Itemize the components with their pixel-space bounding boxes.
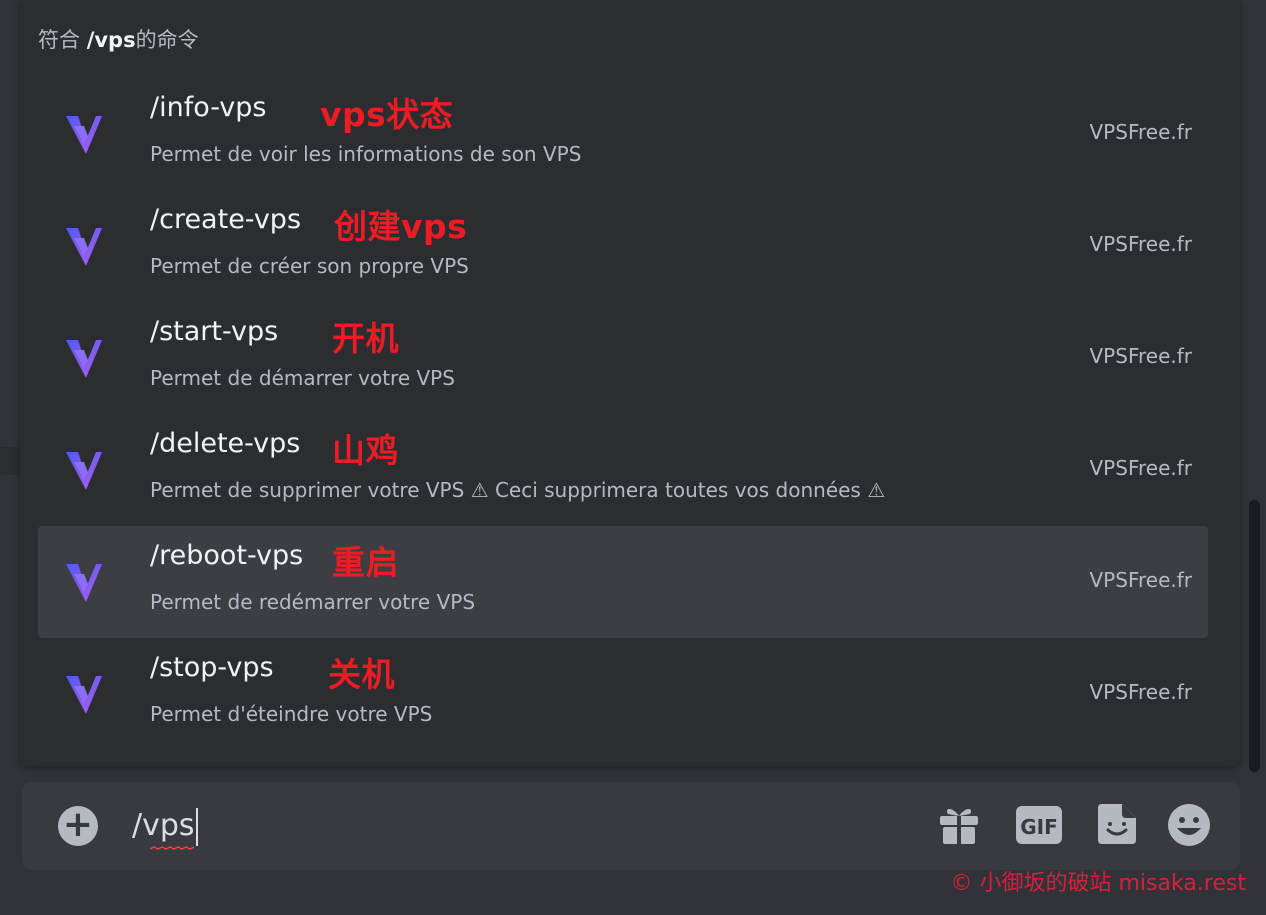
- command-description: Permet de voir les informations de son V…: [150, 142, 582, 166]
- command-annotation: 重启: [332, 543, 399, 582]
- command-description: Permet d'éteindre votre VPS: [150, 702, 433, 726]
- vpsfree-logo-icon: [66, 452, 102, 490]
- command-annotation: 开机: [332, 319, 399, 358]
- emoji-icon[interactable]: [1166, 802, 1212, 848]
- command-name: /info-vps: [150, 92, 267, 123]
- command-source: VPSFree.fr: [1089, 568, 1193, 592]
- command-source: VPSFree.fr: [1089, 680, 1193, 704]
- vpsfree-logo-icon: [66, 340, 102, 378]
- command-row-start-vps[interactable]: /start-vps 开机 Permet de démarrer votre V…: [38, 302, 1208, 414]
- command-description: Permet de supprimer votre VPS ⚠ Ceci sup…: [150, 478, 886, 502]
- command-source: VPSFree.fr: [1089, 344, 1193, 368]
- gif-label: GIF: [1020, 815, 1058, 839]
- command-row-delete-vps[interactable]: /delete-vps 山鸡 Permet de supprimer votre…: [38, 414, 1208, 526]
- command-source: VPSFree.fr: [1089, 120, 1193, 144]
- command-name: /reboot-vps: [150, 540, 304, 571]
- command-description: Permet de créer son propre VPS: [150, 254, 469, 278]
- command-name: /create-vps: [150, 204, 302, 235]
- command-annotation: 关机: [328, 655, 395, 694]
- command-annotation: vps状态: [320, 95, 454, 134]
- message-input[interactable]: /vps: [132, 808, 198, 846]
- gift-icon[interactable]: [936, 802, 982, 848]
- background-strip: [0, 447, 20, 475]
- header-query: /vps: [86, 28, 136, 52]
- command-source: VPSFree.fr: [1089, 456, 1193, 480]
- message-input-bar: + /vps GIF: [22, 782, 1240, 870]
- vpsfree-logo-icon: [66, 116, 102, 154]
- command-row-info-vps[interactable]: /info-vps vps状态 Permet de voir les infor…: [38, 78, 1208, 190]
- command-source: VPSFree.fr: [1089, 232, 1193, 256]
- sticker-icon[interactable]: [1094, 802, 1140, 848]
- command-row-reboot-vps[interactable]: /reboot-vps 重启 Permet de redémarrer votr…: [38, 526, 1208, 638]
- scrollbar-thumb[interactable]: [1249, 500, 1260, 772]
- spellcheck-underline: [150, 846, 194, 850]
- popup-header: 符合 /vps的命令: [38, 24, 199, 54]
- plus-circle-icon[interactable]: +: [58, 806, 98, 846]
- command-description: Permet de redémarrer votre VPS: [150, 590, 476, 614]
- command-annotation: 创建vps: [334, 207, 468, 246]
- vpsfree-logo-icon: [66, 228, 102, 266]
- header-suffix: 的命令: [135, 28, 199, 52]
- command-annotation: 山鸡: [332, 431, 399, 470]
- command-name: /start-vps: [150, 316, 279, 347]
- gif-icon[interactable]: GIF: [1014, 802, 1064, 848]
- command-row-stop-vps[interactable]: /stop-vps 关机 Permet d'éteindre votre VPS…: [38, 638, 1208, 750]
- command-row-create-vps[interactable]: /create-vps 创建vps Permet de créer son pr…: [38, 190, 1208, 302]
- command-description: Permet de démarrer votre VPS: [150, 366, 455, 390]
- command-name: /stop-vps: [150, 652, 274, 683]
- command-name: /delete-vps: [150, 428, 301, 459]
- vpsfree-logo-icon: [66, 564, 102, 602]
- command-autocomplete-popup: 符合 /vps的命令 /info-vps vps状态 Permet de voi…: [20, 0, 1240, 766]
- watermark: © 小御坂的破站 misaka.rest: [950, 871, 1247, 896]
- header-prefix: 符合: [38, 28, 87, 52]
- vpsfree-logo-icon: [66, 676, 102, 714]
